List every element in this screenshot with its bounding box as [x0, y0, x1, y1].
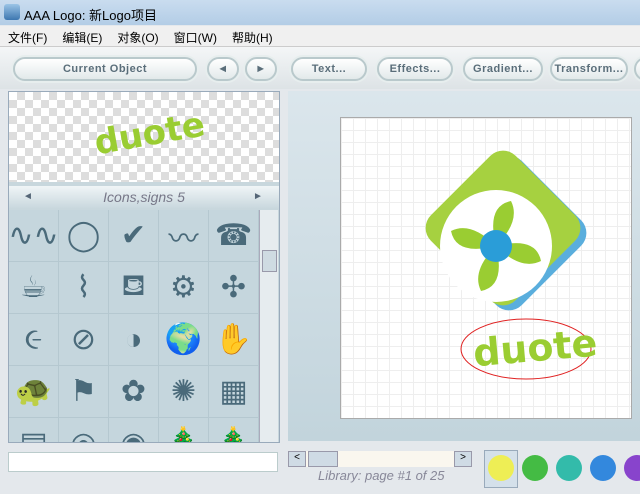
menu-bar: 文件(F) 编辑(E) 对象(O) 窗口(W) 帮助(H)	[0, 26, 640, 47]
library-page-scrollbar[interactable]: < >	[288, 451, 472, 467]
window-title: AAA Logo: 新Logo项目	[24, 8, 157, 23]
library-icon[interactable]: ⌇	[59, 262, 109, 314]
library-icon[interactable]: ◑	[109, 314, 159, 366]
menu-edit[interactable]: 编辑(E)	[54, 26, 109, 46]
color-swatch[interactable]	[522, 455, 548, 481]
more-button[interactable]	[634, 57, 640, 81]
library-icon[interactable]: 🎄	[159, 418, 209, 442]
menu-window[interactable]: 窗口(W)	[166, 26, 224, 46]
title-bar: AAA Logo: 新Logo项目	[0, 0, 640, 25]
effects-button[interactable]: Effects...	[377, 57, 453, 81]
library-icon[interactable]: 🐢	[9, 366, 59, 418]
current-object-button[interactable]: Current Object	[13, 57, 197, 81]
transform-button[interactable]: Transform...	[550, 57, 628, 81]
color-swatch[interactable]	[556, 455, 582, 481]
library-icon[interactable]: ▦	[209, 366, 259, 418]
canvas-area: duote	[288, 91, 640, 441]
library-icon[interactable]: 🎄	[209, 418, 259, 442]
library-icon[interactable]: ⊘	[59, 314, 109, 366]
library-icon[interactable]: ◯	[59, 210, 109, 262]
library-next-category-button[interactable]: ►	[249, 188, 267, 206]
library-icon[interactable]: 〰	[159, 210, 209, 262]
next-object-button[interactable]: ►	[245, 57, 277, 81]
library-icon[interactable]: ૯	[9, 314, 59, 366]
menu-file[interactable]: 文件(F)	[0, 26, 54, 46]
library-vertical-scrollbar[interactable]	[259, 210, 278, 442]
menu-help[interactable]: 帮助(H)	[224, 26, 280, 46]
color-swatch[interactable]	[590, 455, 616, 481]
text-button[interactable]: Text...	[291, 57, 367, 81]
library-icon[interactable]: ⛾	[109, 262, 159, 314]
prev-object-button[interactable]: ◄	[207, 57, 239, 81]
library-header: ◄ Icons,signs 5 ►	[9, 186, 279, 208]
library-icon[interactable]: ◉	[109, 418, 159, 442]
library-icon[interactable]: ☕	[9, 262, 59, 314]
library-icon[interactable]: ✣	[209, 262, 259, 314]
icon-grid: ∿∿◯✔〰☎☕⌇⛾⚙✣૯⊘◑🌍✋🐢⚑✿✺▦▤◎◉🎄🎄	[9, 210, 259, 442]
library-icon[interactable]: ✋	[209, 314, 259, 366]
library-icon[interactable]: ⚙	[159, 262, 209, 314]
scroll-thumb[interactable]	[262, 250, 277, 272]
library-icon[interactable]: ✺	[159, 366, 209, 418]
page-prev-button[interactable]: <	[288, 451, 306, 467]
toolbar: Current Object ◄ ► Text... Effects... Gr…	[0, 47, 640, 89]
page-thumb[interactable]	[308, 451, 338, 467]
gradient-button[interactable]: Gradient...	[463, 57, 543, 81]
color-swatch[interactable]	[488, 455, 514, 481]
left-panel: duote ◄ Icons,signs 5 ► ∿∿ ◯ ✔ 〰 ☎ ☕ ⌇ ⛾ ⚙ ✣ ૯ ⊘ ◑ 🌍 ✋…	[8, 91, 280, 443]
object-preview: duote	[9, 92, 279, 182]
library-prev-category-button[interactable]: ◄	[19, 188, 37, 206]
library-icon[interactable]: ✿	[109, 366, 159, 418]
preview-text: duote	[91, 104, 208, 164]
app-icon	[4, 4, 20, 20]
library-icon[interactable]: ⚑	[59, 366, 109, 418]
menu-object[interactable]: 对象(O)	[109, 26, 165, 46]
library-search-input[interactable]	[8, 452, 278, 472]
library-icon[interactable]: ∿∿	[9, 210, 59, 262]
library-page-status: Library: page #1 of 25	[318, 468, 445, 483]
library-icon[interactable]: ◎	[59, 418, 109, 442]
color-swatch[interactable]	[624, 455, 640, 481]
logo-canvas[interactable]: duote	[340, 117, 632, 419]
library-icon[interactable]: ☎	[209, 210, 259, 262]
page-next-button[interactable]: >	[454, 451, 472, 467]
library-icon[interactable]: 🌍	[159, 314, 209, 366]
library-category[interactable]: Icons,signs 5	[49, 189, 239, 205]
library-icon[interactable]: ✔	[109, 210, 159, 262]
library-icon[interactable]: ▤	[9, 418, 59, 442]
logo-hub	[480, 230, 512, 262]
